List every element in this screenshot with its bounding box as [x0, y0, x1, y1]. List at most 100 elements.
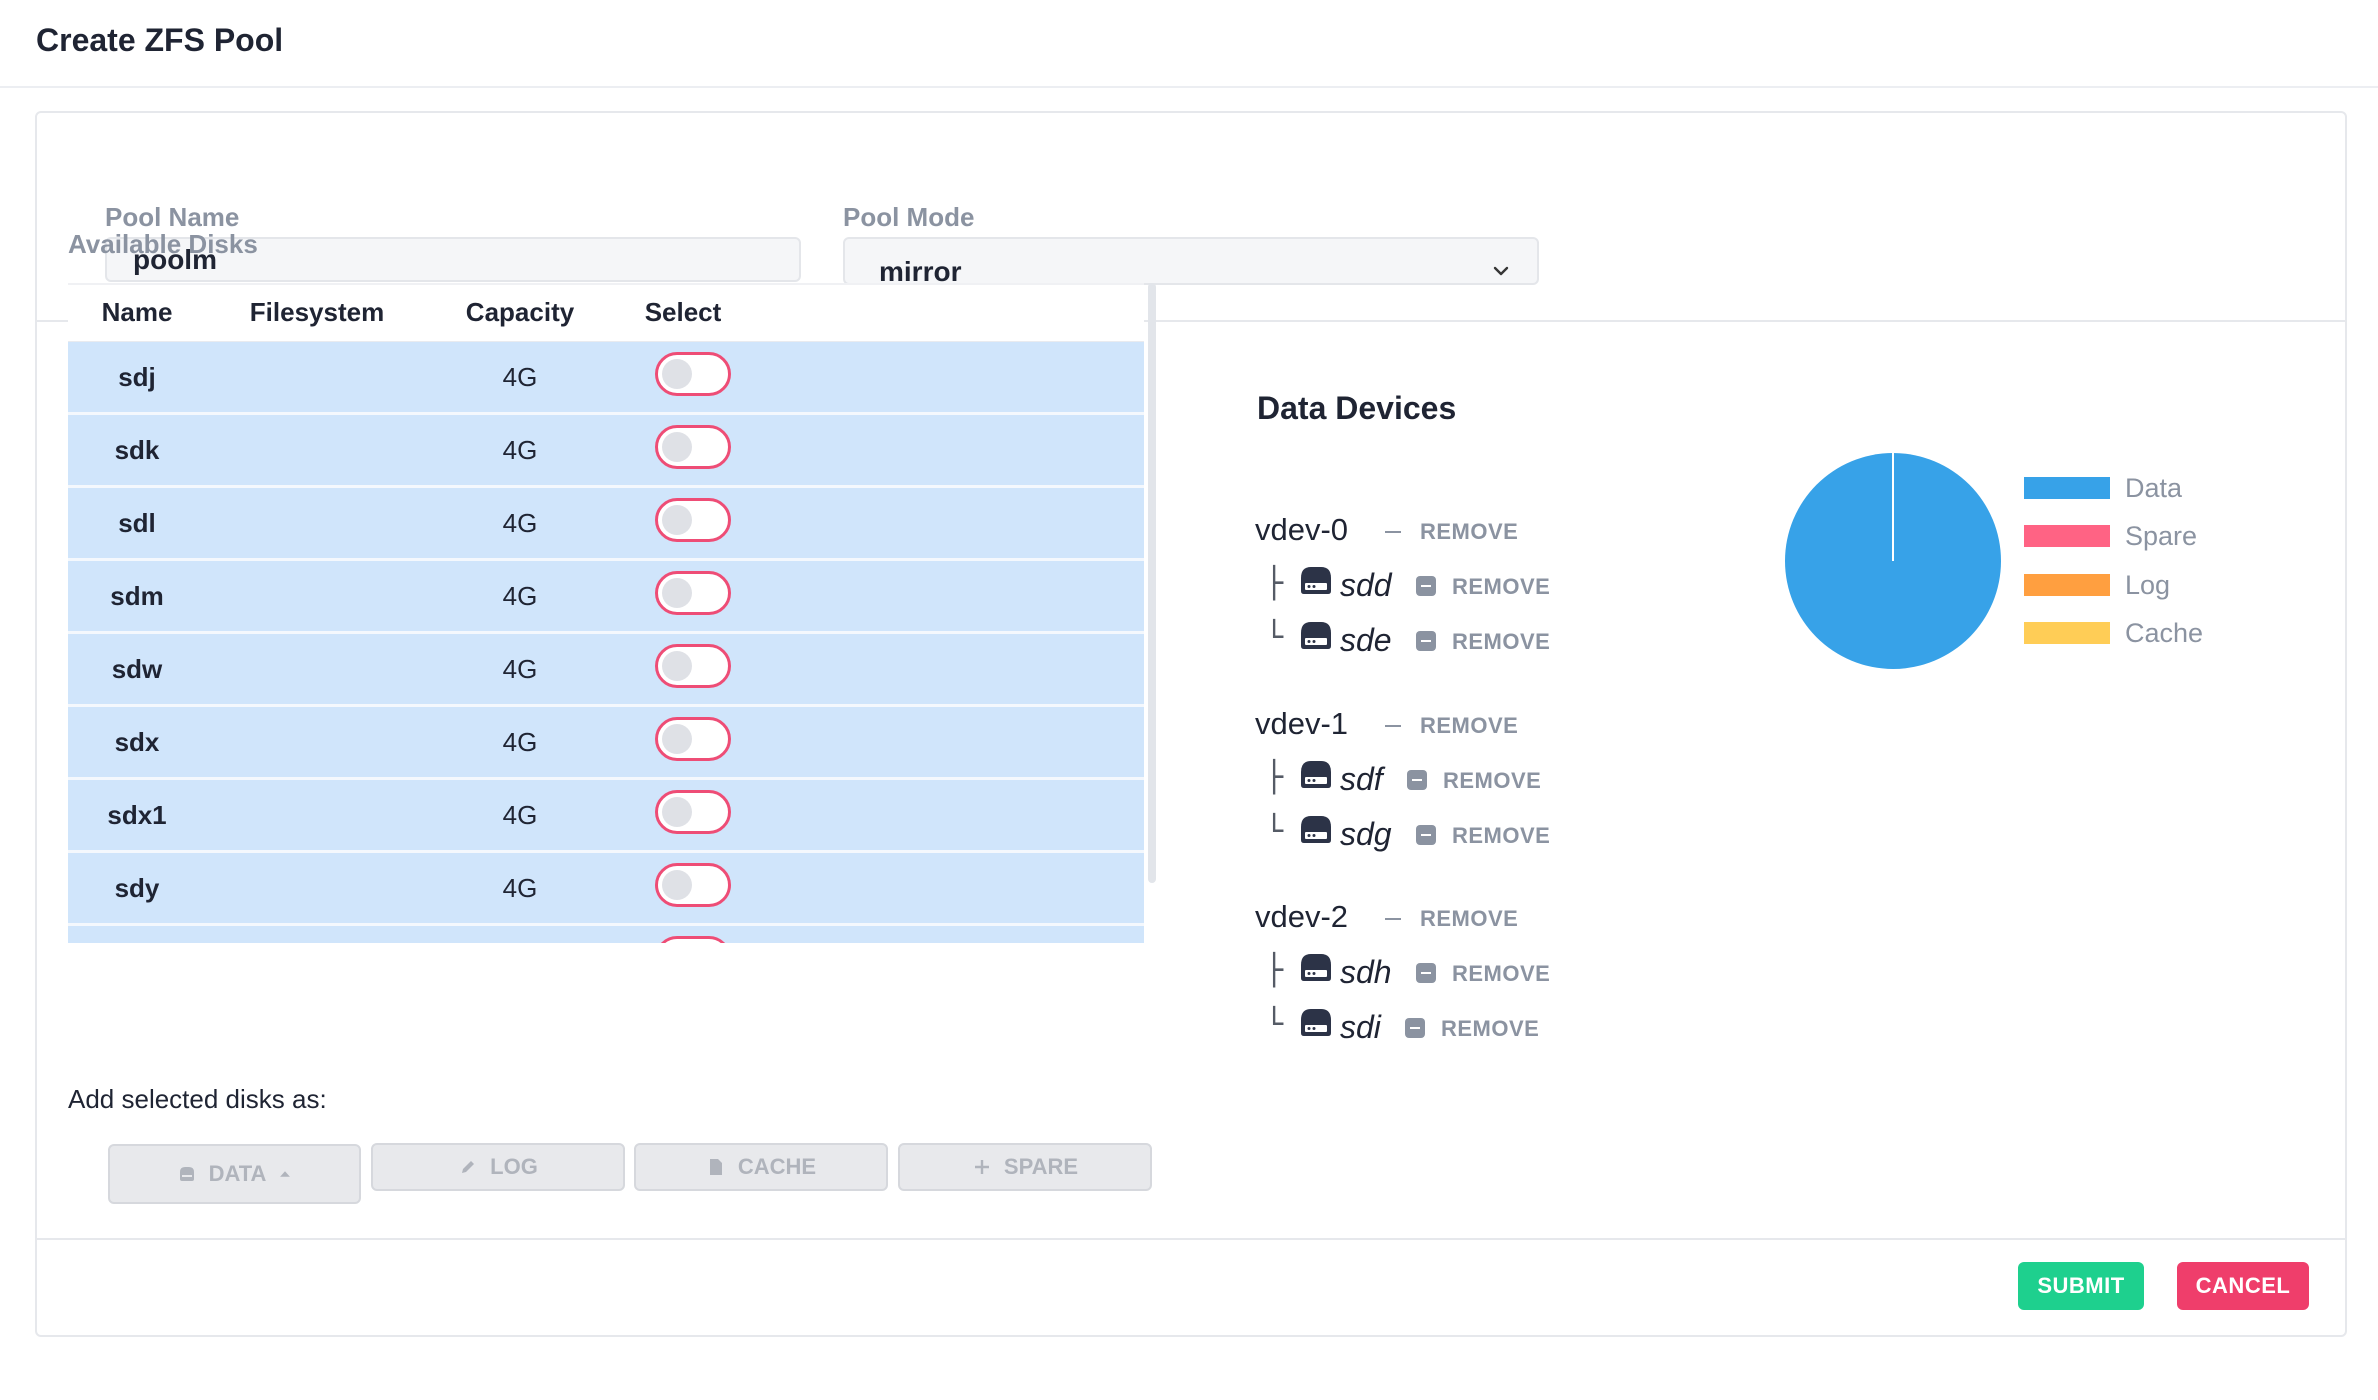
page-title: Create ZFS Pool	[36, 22, 284, 58]
table-row[interactable]: sdk 4G	[68, 415, 1144, 488]
toggle-knob	[662, 870, 692, 900]
column-header-name[interactable]: Name	[102, 297, 173, 328]
table-row[interactable]: sdy 4G	[68, 853, 1144, 926]
remove-vdev-button[interactable]: REMOVE	[1420, 519, 1518, 545]
add-as-spare-label: SPARE	[1003, 1154, 1079, 1179]
cancel-button[interactable]: CANCEL	[2177, 1262, 2309, 1310]
legend-label-data: Data	[2125, 473, 2183, 503]
table-row[interactable]: sdx 4G	[68, 707, 1144, 780]
select-disk-toggle[interactable]	[655, 425, 731, 469]
legend-swatch-data	[2024, 477, 2110, 499]
add-as-cache-label: CACHE	[737, 1154, 817, 1179]
table-row-partial[interactable]	[68, 926, 1144, 943]
pool-mode-select[interactable]: mirror	[843, 237, 1539, 287]
vdev-disk-name: sdf	[1340, 761, 1383, 797]
disk-name-cell: sdm	[110, 581, 164, 611]
vdev-disk-name: sdh	[1340, 954, 1392, 990]
add-as-log-button[interactable]: LOG	[371, 1143, 625, 1191]
toggle-knob	[662, 359, 692, 389]
hdd-icon	[1301, 761, 1331, 788]
remove-disk-button[interactable]: REMOVE	[1452, 574, 1550, 600]
file-icon	[709, 1159, 722, 1175]
disk-name-cell: sdw	[111, 654, 163, 684]
minus-square-icon	[1416, 963, 1436, 983]
table-header: Name Filesystem Capacity Select	[68, 283, 1144, 344]
add-as-spare-button[interactable]: SPARE	[898, 1143, 1152, 1191]
vdev-name: vdev-1	[1255, 706, 1349, 741]
select-disk-toggle[interactable]	[655, 863, 731, 907]
select-disk-toggle[interactable]	[655, 644, 731, 688]
toggle-knob	[662, 651, 692, 681]
minus-square-icon	[1407, 770, 1427, 790]
remove-vdev-button[interactable]: REMOVE	[1420, 713, 1518, 739]
remove-disk-button[interactable]: REMOVE	[1441, 1016, 1539, 1042]
hdd-icon	[1301, 816, 1331, 843]
add-selected-disks-label: Add selected disks as:	[68, 1084, 327, 1114]
pencil-icon	[462, 1161, 475, 1173]
column-header-filesystem[interactable]: Filesystem	[250, 297, 384, 328]
table-row[interactable]: sdx1 4G	[68, 780, 1144, 853]
remove-disk-button[interactable]: REMOVE	[1452, 961, 1550, 987]
available-disks-table: Name Filesystem Capacity Select sdj 4G s…	[68, 283, 1156, 943]
available-disks-label: Available Disks	[68, 229, 258, 259]
vdev-disk-name: sdd	[1340, 567, 1392, 603]
toggle-knob	[662, 724, 692, 754]
legend-swatch-cache	[2024, 622, 2110, 644]
select-disk-toggle[interactable]	[655, 498, 731, 542]
legend-label-spare: Spare	[2125, 521, 2198, 551]
remove-disk-button[interactable]: REMOVE	[1452, 629, 1550, 655]
add-as-cache-button[interactable]: CACHE	[634, 1143, 888, 1191]
table-row[interactable]: sdl 4G	[68, 488, 1144, 561]
vdev-disk-name: sdi	[1340, 1009, 1381, 1045]
hdd-icon	[1301, 954, 1331, 981]
remove-disk-button[interactable]: REMOVE	[1443, 768, 1541, 794]
vdev-disk-name: sdg	[1340, 816, 1392, 852]
minus-square-icon	[1416, 576, 1436, 596]
disk-name-cell: sdk	[114, 435, 160, 465]
disk-capacity-cell: 4G	[502, 362, 538, 392]
select-disk-toggle[interactable]	[655, 571, 731, 615]
vdev-name: vdev-0	[1255, 512, 1349, 547]
select-disk-toggle[interactable]	[655, 717, 731, 761]
disk-capacity-cell: 4G	[502, 435, 538, 465]
table-scrollbar[interactable]	[1148, 283, 1156, 883]
toggle-knob	[662, 578, 692, 608]
remove-vdev-button[interactable]: REMOVE	[1420, 906, 1518, 932]
hdd-icon	[1301, 1009, 1331, 1036]
hdd-icon	[1301, 622, 1331, 649]
add-as-log-label: LOG	[490, 1154, 538, 1179]
disk-name-cell: sdy	[114, 873, 160, 903]
submit-button[interactable]: SUBMIT	[2018, 1262, 2144, 1310]
remove-dash-icon	[1385, 725, 1401, 727]
column-header-capacity[interactable]: Capacity	[466, 297, 574, 328]
minus-square-icon	[1416, 825, 1436, 845]
table-row[interactable]: sdj 4G	[68, 342, 1144, 415]
table-row[interactable]: sdw 4G	[68, 634, 1144, 707]
tree-branch-icon: ├	[1265, 566, 1284, 601]
add-as-data-button[interactable]: DATA	[108, 1144, 361, 1204]
table-row[interactable]: sdm 4G	[68, 561, 1144, 634]
minus-square-icon	[1416, 631, 1436, 651]
remove-dash-icon	[1385, 918, 1401, 920]
vdev-disk-name: sde	[1340, 622, 1392, 658]
toggle-knob	[662, 505, 692, 535]
disk-icon	[179, 1167, 194, 1181]
minus-square-icon	[1405, 1018, 1425, 1038]
legend-swatch-log	[2024, 574, 2110, 596]
select-disk-toggle[interactable]	[655, 790, 731, 834]
tree-end-icon: └	[1265, 814, 1284, 849]
select-disk-toggle[interactable]	[655, 936, 731, 943]
disk-name-cell: sdl	[118, 508, 156, 538]
legend-swatch-spare	[2024, 525, 2110, 547]
disk-capacity-cell: 4G	[502, 800, 538, 830]
toggle-knob	[662, 432, 692, 462]
remove-disk-button[interactable]: REMOVE	[1452, 823, 1550, 849]
select-disk-toggle[interactable]	[655, 352, 731, 396]
column-header-select[interactable]: Select	[645, 297, 722, 328]
device-distribution-pie-chart	[1785, 453, 2001, 669]
vdev-name: vdev-2	[1255, 899, 1349, 934]
disk-name-cell: sdx	[114, 727, 160, 757]
chevron-down-icon	[1493, 266, 1509, 276]
disk-name-cell: sdj	[118, 362, 156, 392]
tree-end-icon: └	[1265, 620, 1284, 655]
